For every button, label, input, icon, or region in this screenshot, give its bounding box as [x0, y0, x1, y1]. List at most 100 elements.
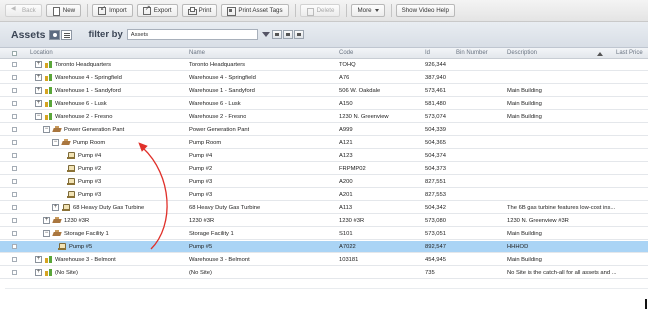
toolbar-divider — [87, 4, 89, 17]
print-asset-tags-button[interactable]: Print Asset Tags — [221, 4, 289, 17]
column-header-bin-number[interactable]: Bin Number — [456, 50, 488, 56]
location-cell: (No Site) — [55, 270, 78, 276]
id-cell: 573,074 — [425, 114, 446, 120]
row-checkbox[interactable] — [12, 192, 17, 197]
table-row[interactable]: + Warehouse 1 - Sandyford Warehouse 1 - … — [0, 85, 648, 97]
column-header-description[interactable]: Description — [507, 50, 537, 56]
name-cell: Pump #5 — [189, 244, 213, 250]
table-row[interactable]: Pump #3 Pump #3 A200 827,551 — [0, 176, 648, 188]
table-row[interactable]: − Storage Facility 1 Storage Facility 1 … — [0, 228, 648, 240]
pump-asset-icon — [67, 152, 75, 159]
row-checkbox[interactable] — [12, 62, 17, 67]
expand-plus-icon[interactable]: + — [35, 87, 42, 94]
row-checkbox[interactable] — [12, 114, 17, 119]
pump-asset-icon — [67, 165, 75, 172]
column-header-id[interactable]: Id — [425, 50, 430, 56]
location-cell: Warehouse 1 - Sandyford — [55, 88, 121, 94]
expand-plus-icon[interactable]: + — [52, 204, 59, 211]
show-video-help-button[interactable]: Show Video Help — [395, 4, 455, 17]
row-checkbox[interactable] — [12, 270, 17, 275]
export-button[interactable]: Export — [136, 4, 178, 17]
filter-option-3-icon[interactable] — [293, 30, 304, 39]
name-cell: Warehouse 2 - Fresno — [189, 114, 247, 120]
expand-plus-icon[interactable]: + — [35, 269, 42, 276]
row-checkbox[interactable] — [12, 88, 17, 93]
new-label: New — [62, 7, 76, 14]
collapse-minus-icon[interactable]: − — [43, 230, 50, 237]
table-row[interactable]: Pump #4 Pump #4 A123 504,374 — [0, 150, 648, 162]
toolbar-divider — [346, 4, 348, 17]
column-header-location[interactable]: Location — [30, 50, 53, 56]
expand-plus-icon[interactable]: + — [35, 61, 42, 68]
code-cell: A7022 — [339, 244, 356, 250]
name-cell: Warehouse 4 - Springfield — [189, 75, 256, 81]
table-row[interactable]: + Warehouse 3 - Belmont Warehouse 3 - Be… — [0, 254, 648, 266]
import-button[interactable]: Import — [92, 4, 133, 17]
table-row[interactable]: − Warehouse 2 - Fresno Warehouse 2 - Fre… — [0, 111, 648, 123]
list-view-icon[interactable] — [61, 29, 73, 40]
table-row[interactable]: + Warehouse 6 - Lusk Warehouse 6 - Lusk … — [0, 98, 648, 110]
collapse-minus-icon[interactable]: − — [52, 139, 59, 146]
description-cell: Main Building — [507, 231, 542, 237]
expand-plus-icon[interactable]: + — [35, 100, 42, 107]
building-icon — [53, 126, 61, 133]
table-row[interactable]: + (No Site) (No Site) 735 No Site is the… — [0, 267, 648, 279]
column-header-code[interactable]: Code — [339, 50, 353, 56]
table-row[interactable]: + Toronto Headquarters Toronto Headquart… — [0, 59, 648, 71]
row-checkbox[interactable] — [12, 257, 17, 262]
row-checkbox[interactable] — [12, 179, 17, 184]
row-checkbox[interactable] — [12, 75, 17, 80]
row-checkbox[interactable] — [12, 231, 17, 236]
description-cell: Main Building — [507, 257, 542, 263]
code-cell: TOHQ — [339, 62, 356, 68]
row-checkbox[interactable] — [12, 244, 17, 249]
table-row[interactable]: Pump #3 Pump #3 A201 827,553 — [0, 189, 648, 201]
filter-option-2-icon[interactable] — [282, 30, 293, 39]
code-cell: A121 — [339, 140, 353, 146]
pump-asset-icon — [67, 178, 75, 185]
delete-button[interactable]: Delete — [299, 4, 341, 17]
location-cell: Warehouse 2 - Fresno — [55, 114, 113, 120]
expand-plus-icon[interactable]: + — [43, 217, 50, 224]
column-header-last-price[interactable]: Last Price — [616, 50, 643, 56]
back-button[interactable]: Back — [5, 4, 42, 17]
filter-dropdown-icon[interactable] — [261, 29, 271, 40]
expand-plus-icon[interactable]: + — [35, 74, 42, 81]
row-checkbox[interactable] — [12, 140, 17, 145]
table-row[interactable]: + 68 Heavy Duty Gas Turbine 68 Heavy Dut… — [0, 202, 648, 214]
tree-view-icon[interactable] — [49, 29, 61, 40]
name-cell: Toronto Headquarters — [189, 62, 246, 68]
expand-plus-icon[interactable]: + — [35, 256, 42, 263]
collapse-minus-icon[interactable]: − — [43, 126, 50, 133]
filter-input[interactable] — [126, 29, 258, 40]
table-row[interactable]: − Power Generation Pant Power Generation… — [0, 124, 648, 136]
select-all-checkbox[interactable] — [12, 51, 17, 56]
id-cell: 573,080 — [425, 218, 446, 224]
location-cell: Pump #2 — [78, 166, 102, 172]
table-row[interactable]: − Pump Room Pump Room A121 504,365 — [0, 137, 648, 149]
table-row-selected[interactable]: Pump #5 Pump #5 A7022 892,547 HHHOD — [0, 241, 648, 253]
id-cell: 581,480 — [425, 101, 446, 107]
row-checkbox[interactable] — [12, 101, 17, 106]
id-cell: 735 — [425, 270, 435, 276]
filter-option-1-icon[interactable] — [271, 30, 282, 39]
print-button[interactable]: Print — [181, 4, 218, 17]
location-cell: Pump #5 — [69, 244, 93, 250]
row-checkbox[interactable] — [12, 153, 17, 158]
table-row[interactable]: + 1230 #3R 1230 #3R 1230 #3R 573,080 123… — [0, 215, 648, 227]
back-label: Back — [22, 7, 36, 14]
row-checkbox[interactable] — [12, 127, 17, 132]
table-row[interactable]: Pump #2 Pump #2 FRPMP02 504,373 — [0, 163, 648, 175]
sort-ascending-icon — [597, 52, 603, 56]
location-cell: Pump #3 — [78, 179, 102, 185]
row-checkbox[interactable] — [12, 218, 17, 223]
row-checkbox[interactable] — [12, 205, 17, 210]
row-checkbox[interactable] — [12, 166, 17, 171]
new-button[interactable]: New — [45, 4, 82, 17]
column-header-name[interactable]: Name — [189, 50, 205, 56]
id-cell: 504,374 — [425, 153, 446, 159]
collapse-minus-icon[interactable]: − — [35, 113, 42, 120]
more-menu-button[interactable]: More — [351, 4, 385, 17]
pump-asset-icon — [67, 191, 75, 198]
table-row[interactable]: + Warehouse 4 - Springfield Warehouse 4 … — [0, 72, 648, 84]
